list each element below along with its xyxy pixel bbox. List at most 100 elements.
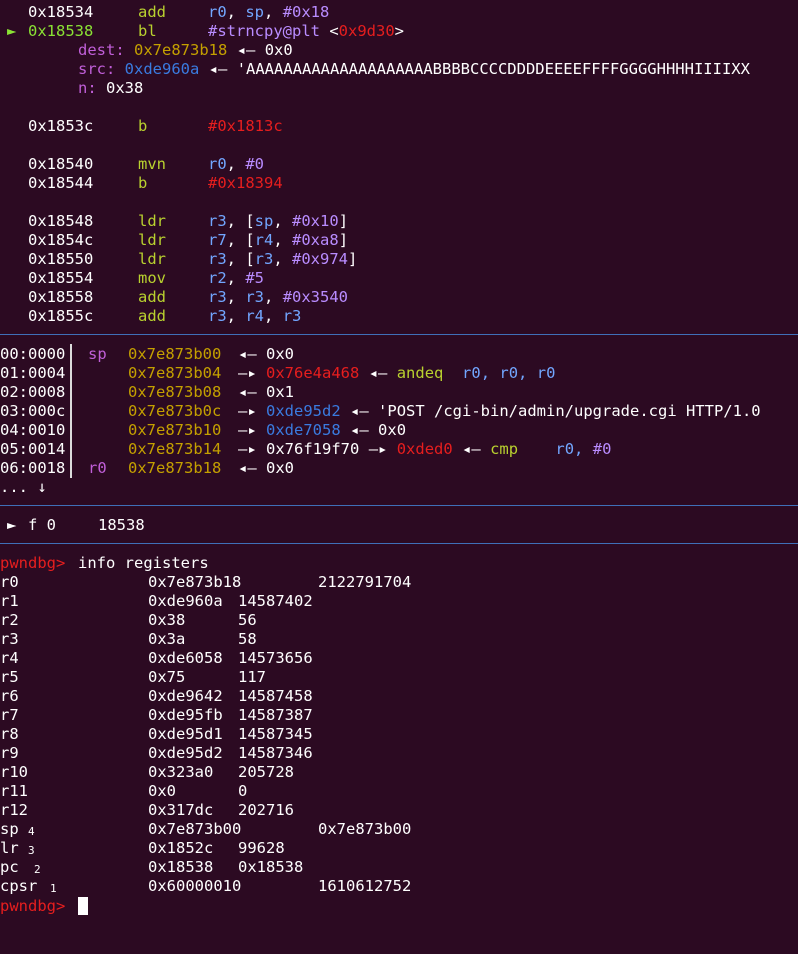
arg-value: 0x7e873b18 bbox=[134, 41, 228, 59]
register-hex-value: 0x3a bbox=[148, 630, 186, 648]
stack-row: 06:0018 r0 0x7e873b18 ◂— 0x0 bbox=[0, 459, 295, 477]
register-hex-value: 0x0 bbox=[148, 782, 176, 800]
register-hex-value: 0x18538 bbox=[148, 858, 214, 876]
disasm-current-line: ► 0x18538 bl #strncpy@plt <0x9d30> bbox=[0, 22, 404, 41]
register-hex-value: 0x7e873b18 bbox=[148, 573, 242, 591]
annotation-number: 4 bbox=[28, 825, 35, 838]
backtrace-marker-icon: ► bbox=[7, 516, 17, 534]
instr-mnemonic: ldr bbox=[138, 250, 166, 268]
instr-mnemonic: mov bbox=[138, 269, 166, 287]
command-text: info registers bbox=[78, 554, 209, 572]
register-hex-value: 0xde960a bbox=[148, 592, 223, 610]
register-hex-value: 0x60000010 bbox=[148, 877, 242, 895]
prompt: pwndbg> bbox=[0, 554, 66, 572]
instr-operands: r3, [r3, #0x974] bbox=[208, 250, 358, 268]
register-natural-value: 58 bbox=[238, 630, 257, 648]
register-hex-value: 0x75 bbox=[148, 668, 186, 686]
instr-address: 0x1853c bbox=[28, 117, 94, 135]
instr-address: 0x18538 bbox=[28, 22, 94, 40]
instr-mnemonic: bl bbox=[138, 22, 157, 40]
register-name: r5 bbox=[0, 668, 19, 686]
register-hex-value: 0x38 bbox=[148, 611, 186, 629]
register-natural-value: 0 bbox=[238, 782, 248, 800]
disasm-line: 0x18540 mvn r0, #0 bbox=[0, 155, 264, 174]
stack-offset: 00:0000 bbox=[0, 345, 66, 363]
register-hex-value: 0xde9642 bbox=[148, 687, 223, 705]
annotation-number: 3 bbox=[28, 844, 35, 857]
instr-address: 0x18544 bbox=[28, 174, 94, 192]
arg-value: 0x38 bbox=[106, 79, 144, 97]
register-name: r1 bbox=[0, 592, 19, 610]
register-natural-value: 14587402 bbox=[238, 592, 313, 610]
instr-operands: #0x18394 bbox=[208, 174, 283, 192]
register-name: r3 bbox=[0, 630, 19, 648]
instr-mnemonic: add bbox=[138, 288, 166, 306]
arg-label: dest: bbox=[78, 41, 125, 59]
prompt: pwndbg> bbox=[0, 897, 66, 915]
call-arg-src: src: 0xde960a ◂— 'AAAAAAAAAAAAAAAAAAAABB… bbox=[78, 60, 750, 78]
register-hex-value: 0xde6058 bbox=[148, 649, 223, 667]
register-hex-value: 0x317dc bbox=[148, 801, 214, 819]
disasm-line: 0x18534 add r0, sp, #0x18 bbox=[0, 3, 329, 22]
instr-operands: #0x1813c bbox=[208, 117, 283, 135]
arg-label: n: bbox=[78, 79, 97, 97]
instr-address: 0x18558 bbox=[28, 288, 94, 306]
instr-address: 0x18534 bbox=[28, 3, 94, 21]
instr-mnemonic: ldr bbox=[138, 212, 166, 230]
stack-offset: 04:0010 bbox=[0, 421, 66, 439]
stack-row: 04:0010 0x7e873b10 —▸ 0xde7058 ◂— 0x0 bbox=[0, 421, 407, 439]
register-hex-value: 0xde95fb bbox=[148, 706, 223, 724]
register-natural-value: 99628 bbox=[238, 839, 285, 857]
terminal-cursor[interactable] bbox=[78, 897, 88, 915]
disasm-line: 0x18554 mov r2, #5 bbox=[0, 269, 264, 288]
annotation-number: 1 bbox=[50, 882, 57, 895]
register-hex-value: 0xde95d2 bbox=[148, 744, 223, 762]
current-instruction-marker-icon: ► bbox=[7, 22, 17, 40]
register-name: lr bbox=[0, 839, 19, 857]
command-line: pwndbg> info registers bbox=[0, 554, 209, 573]
call-arg-n: n: 0x38 bbox=[0, 79, 143, 98]
instr-address: 0x18554 bbox=[28, 269, 94, 287]
instr-operands: r3, r3, #0x3540 bbox=[208, 288, 349, 306]
register-name: r0 bbox=[0, 573, 19, 591]
instr-address: 0x1855c bbox=[28, 307, 94, 325]
register-hex-value: 0xde95d1 bbox=[148, 725, 223, 743]
stack-reg-label: sp bbox=[88, 345, 107, 363]
register-name: cpsr bbox=[0, 877, 38, 895]
register-natural-value: 14573656 bbox=[238, 649, 313, 667]
register-natural-value: 56 bbox=[238, 611, 257, 629]
register-hex-value: 0x323a0 bbox=[148, 763, 214, 781]
register-natural-value: 0x18538 bbox=[238, 858, 304, 876]
register-natural-value: 117 bbox=[238, 668, 266, 686]
stack-row: 02:0008 0x7e873b08 ◂— 0x1 bbox=[0, 383, 295, 401]
instr-operands: r3, r4, r3 bbox=[208, 307, 302, 325]
register-name: pc bbox=[0, 858, 19, 876]
register-name: r11 bbox=[0, 782, 28, 800]
register-name: r8 bbox=[0, 725, 19, 743]
stack-row: 00:0000 sp 0x7e873b00 ◂— 0x0 bbox=[0, 345, 295, 363]
register-natural-value: 2122791704 bbox=[318, 573, 412, 591]
stack-offset: 05:0014 bbox=[0, 440, 66, 458]
instr-operands: r3, [sp, #0x10] bbox=[208, 212, 349, 230]
backtrace-frame: f 0 bbox=[28, 516, 56, 534]
stack-row: 05:0014 0x7e873b14 —▸ 0x76f19f70 —▸ 0xde… bbox=[0, 440, 612, 458]
call-arg-dest: dest: 0x7e873b18 ◂— 0x0 bbox=[78, 41, 293, 59]
register-natural-value: 14587346 bbox=[238, 744, 313, 762]
register-natural-value: 14587345 bbox=[238, 725, 313, 743]
stack-address: 0x7e873b04 bbox=[128, 364, 222, 382]
register-natural-value: 202716 bbox=[238, 801, 294, 819]
section-separator bbox=[0, 505, 798, 506]
register-name: r9 bbox=[0, 744, 19, 762]
instr-operands: r2, #5 bbox=[208, 269, 265, 287]
register-name: r2 bbox=[0, 611, 19, 629]
input-prompt-line[interactable]: pwndbg> bbox=[0, 897, 88, 916]
instr-operands: r0, sp, #0x18 bbox=[208, 3, 330, 21]
register-name: r4 bbox=[0, 649, 19, 667]
stack-address: 0x7e873b18 bbox=[128, 459, 222, 477]
instr-operands: r0, #0 bbox=[208, 155, 265, 173]
disasm-line: 0x18548 ldr r3, [sp, #0x10] bbox=[0, 212, 348, 231]
register-natural-value: 0x7e873b00 bbox=[318, 820, 412, 838]
instr-address: 0x18550 bbox=[28, 250, 94, 268]
stack-offset: 01:0004 bbox=[0, 364, 66, 382]
stack-address: 0x7e873b14 bbox=[128, 440, 222, 458]
